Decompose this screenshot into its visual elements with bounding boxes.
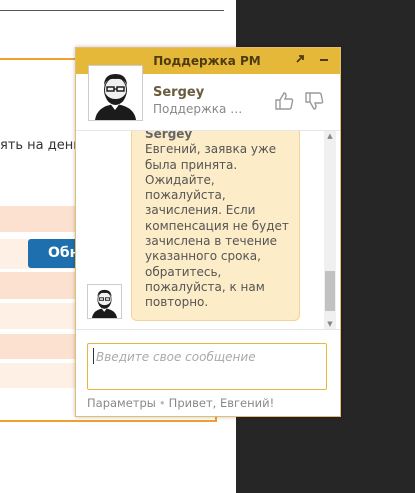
bearded-agent-avatar-icon xyxy=(88,65,143,121)
thumb-up-icon[interactable] xyxy=(274,91,294,111)
message-composer xyxy=(76,329,340,390)
text-caret xyxy=(93,348,94,364)
support-chat-widget: Поддержка PM Sergey Поддержка клиентов xyxy=(75,47,341,417)
message-input[interactable] xyxy=(87,343,327,390)
message-scrollbar[interactable]: ▲ ▼ xyxy=(324,131,336,329)
top-divider xyxy=(0,10,224,11)
agent-panel: Sergey Поддержка клиентов xyxy=(76,65,340,131)
message-avatar-icon xyxy=(87,284,122,319)
agent-name: Sergey xyxy=(153,85,205,100)
scroll-down-arrow-icon[interactable]: ▼ xyxy=(324,319,336,329)
agent-role: Поддержка клиентов xyxy=(153,102,243,116)
footer-separator: • xyxy=(158,396,166,410)
message-bubble: Sergey Евгений, заявка уже была принята.… xyxy=(131,131,300,321)
expand-arrow-icon[interactable] xyxy=(292,52,308,70)
thumb-down-icon[interactable] xyxy=(304,91,324,111)
message-text: Евгений, заявка уже была принята. Ожидай… xyxy=(145,142,289,310)
scroll-thumb[interactable] xyxy=(325,271,335,311)
chat-footer: Параметры • Привет, Евгений! xyxy=(87,396,274,410)
greeting-text: Привет, Евгений! xyxy=(168,396,275,410)
message-sender: Sergey xyxy=(145,131,193,141)
scroll-up-arrow-icon[interactable]: ▲ xyxy=(324,131,336,141)
message-list: Sergey Евгений, заявка уже была принята.… xyxy=(76,131,340,329)
settings-link[interactable]: Параметры xyxy=(87,396,156,410)
minimize-icon[interactable] xyxy=(316,52,332,70)
